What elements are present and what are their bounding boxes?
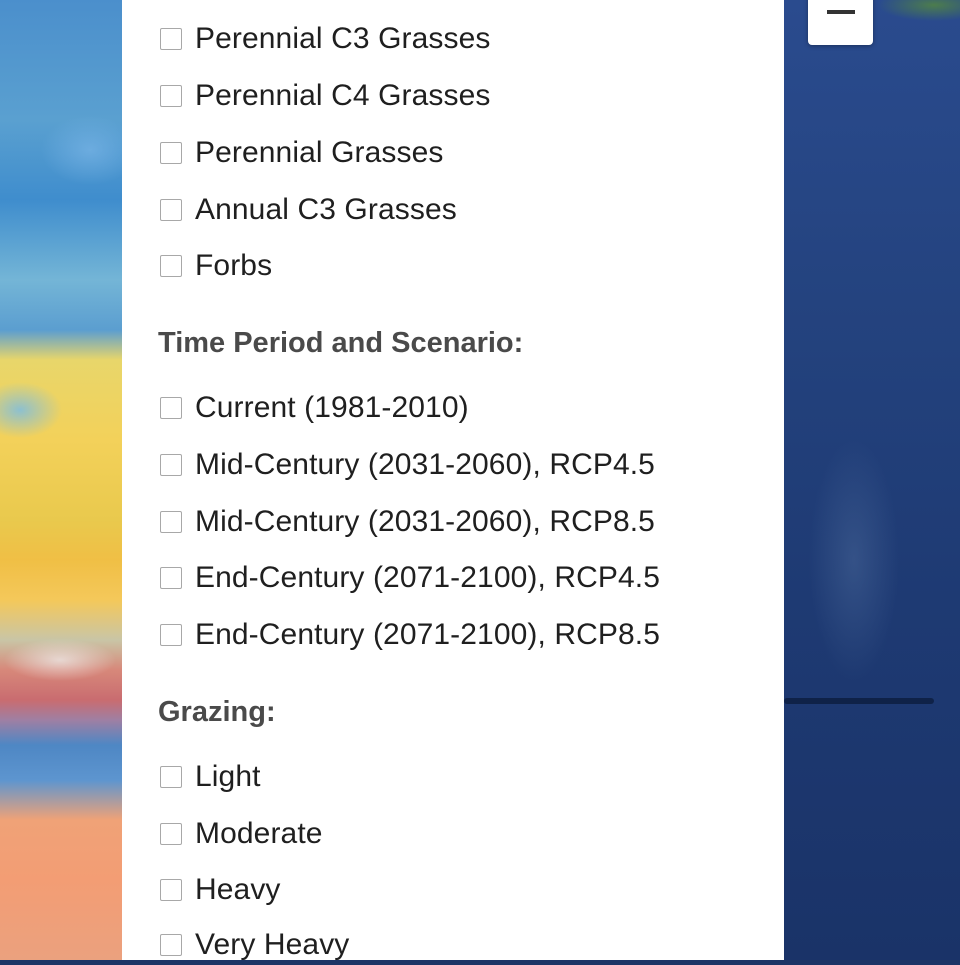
option-label: Heavy bbox=[195, 873, 281, 906]
checkbox[interactable] bbox=[160, 199, 182, 221]
option-current[interactable]: Current (1981-2010) bbox=[160, 388, 469, 428]
checkbox[interactable] bbox=[160, 85, 182, 107]
option-forbs[interactable]: Forbs bbox=[160, 246, 272, 286]
checkbox[interactable] bbox=[160, 879, 182, 901]
option-mid-century-rcp45[interactable]: Mid-Century (2031-2060), RCP4.5 bbox=[160, 445, 655, 485]
option-moderate[interactable]: Moderate bbox=[160, 814, 323, 854]
option-perennial-grasses[interactable]: Perennial Grasses bbox=[160, 133, 443, 173]
option-label: Mid-Century (2031-2060), RCP8.5 bbox=[195, 505, 655, 538]
checkbox[interactable] bbox=[160, 397, 182, 419]
checkbox[interactable] bbox=[160, 766, 182, 788]
option-label: Perennial Grasses bbox=[195, 136, 444, 169]
checkbox[interactable] bbox=[160, 454, 182, 476]
option-label: Perennial C3 Grasses bbox=[195, 22, 491, 55]
checkbox[interactable] bbox=[160, 142, 182, 164]
option-label: Perennial C4 Grasses bbox=[195, 79, 491, 112]
checkbox[interactable] bbox=[160, 934, 182, 956]
map-raster-layer[interactable] bbox=[0, 0, 122, 960]
checkbox[interactable] bbox=[160, 823, 182, 845]
checkbox[interactable] bbox=[160, 567, 182, 589]
option-light[interactable]: Light bbox=[160, 757, 261, 797]
zoom-out-button[interactable] bbox=[808, 0, 873, 45]
option-heavy[interactable]: Heavy bbox=[160, 870, 281, 910]
option-mid-century-rcp85[interactable]: Mid-Century (2031-2060), RCP8.5 bbox=[160, 502, 655, 542]
option-label: End-Century (2071-2100), RCP4.5 bbox=[195, 561, 661, 594]
option-label: Mid-Century (2031-2060), RCP4.5 bbox=[195, 448, 655, 481]
map-satellite-basemap[interactable] bbox=[784, 0, 960, 960]
option-label: Light bbox=[195, 760, 261, 793]
option-label: Forbs bbox=[195, 249, 273, 282]
option-label: End-Century (2071-2100), RCP8.5 bbox=[195, 618, 661, 651]
checkbox[interactable] bbox=[160, 255, 182, 277]
grazing-heading: Grazing: bbox=[158, 696, 276, 728]
option-perennial-c4-grasses[interactable]: Perennial C4 Grasses bbox=[160, 76, 490, 116]
time-period-heading: Time Period and Scenario: bbox=[158, 327, 524, 359]
map-ocean-ridge bbox=[784, 698, 934, 704]
checkbox[interactable] bbox=[160, 511, 182, 533]
option-label: Moderate bbox=[195, 817, 323, 850]
option-end-century-rcp45[interactable]: End-Century (2071-2100), RCP4.5 bbox=[160, 558, 660, 598]
option-perennial-c3-grasses[interactable]: Perennial C3 Grasses bbox=[160, 19, 490, 59]
option-label: Annual C3 Grasses bbox=[195, 193, 457, 226]
option-annual-c3-grasses[interactable]: Annual C3 Grasses bbox=[160, 190, 457, 230]
checkbox[interactable] bbox=[160, 624, 182, 646]
checkbox[interactable] bbox=[160, 28, 182, 50]
option-label: Current (1981-2010) bbox=[195, 391, 469, 424]
option-label: Very Heavy bbox=[195, 928, 350, 961]
minus-icon bbox=[827, 10, 855, 14]
option-very-heavy[interactable]: Very Heavy bbox=[160, 925, 349, 965]
option-end-century-rcp85[interactable]: End-Century (2071-2100), RCP8.5 bbox=[160, 615, 660, 655]
